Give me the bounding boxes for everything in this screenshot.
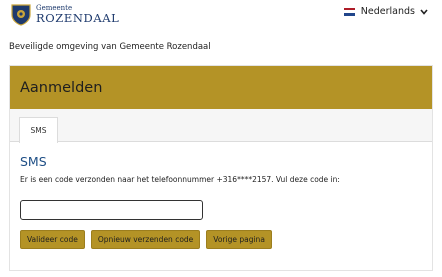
sms-info-text: Er is een code verzonden naar het telefo… — [20, 175, 340, 184]
language-label: Nederlands — [360, 6, 415, 17]
sms-heading: SMS — [20, 154, 47, 169]
button-row: Valideer code Opnieuw verzenden code Vor… — [20, 230, 278, 249]
language-selector[interactable]: Nederlands — [343, 6, 428, 17]
secure-environment-notice: Beveiligde omgeving van Gemeente Rozenda… — [9, 42, 211, 52]
brand-name: ROZENDAAL — [36, 11, 120, 26]
panel-header: Aanmelden — [10, 66, 432, 109]
chevron-down-icon — [420, 8, 428, 15]
panel-title: Aanmelden — [20, 79, 103, 96]
sms-content: SMS Er is een code verzonden naar het te… — [20, 154, 425, 249]
tab-bar: SMS — [10, 109, 432, 143]
tab-sms[interactable]: SMS — [19, 117, 58, 143]
sms-code-input[interactable] — [20, 200, 203, 220]
municipality-logo[interactable]: Gemeente ROZENDAAL — [11, 4, 119, 26]
login-panel: Aanmelden SMS SMS Er is een code verzond… — [9, 65, 433, 271]
netherlands-flag-icon — [343, 7, 355, 16]
validate-code-button[interactable]: Valideer code — [20, 230, 85, 249]
resend-code-button[interactable]: Opnieuw verzenden code — [90, 230, 201, 249]
previous-page-button[interactable]: Vorige pagina — [206, 230, 272, 249]
top-bar: Gemeente ROZENDAAL Nederlands — [0, 0, 442, 32]
shield-crest-icon — [11, 4, 31, 26]
